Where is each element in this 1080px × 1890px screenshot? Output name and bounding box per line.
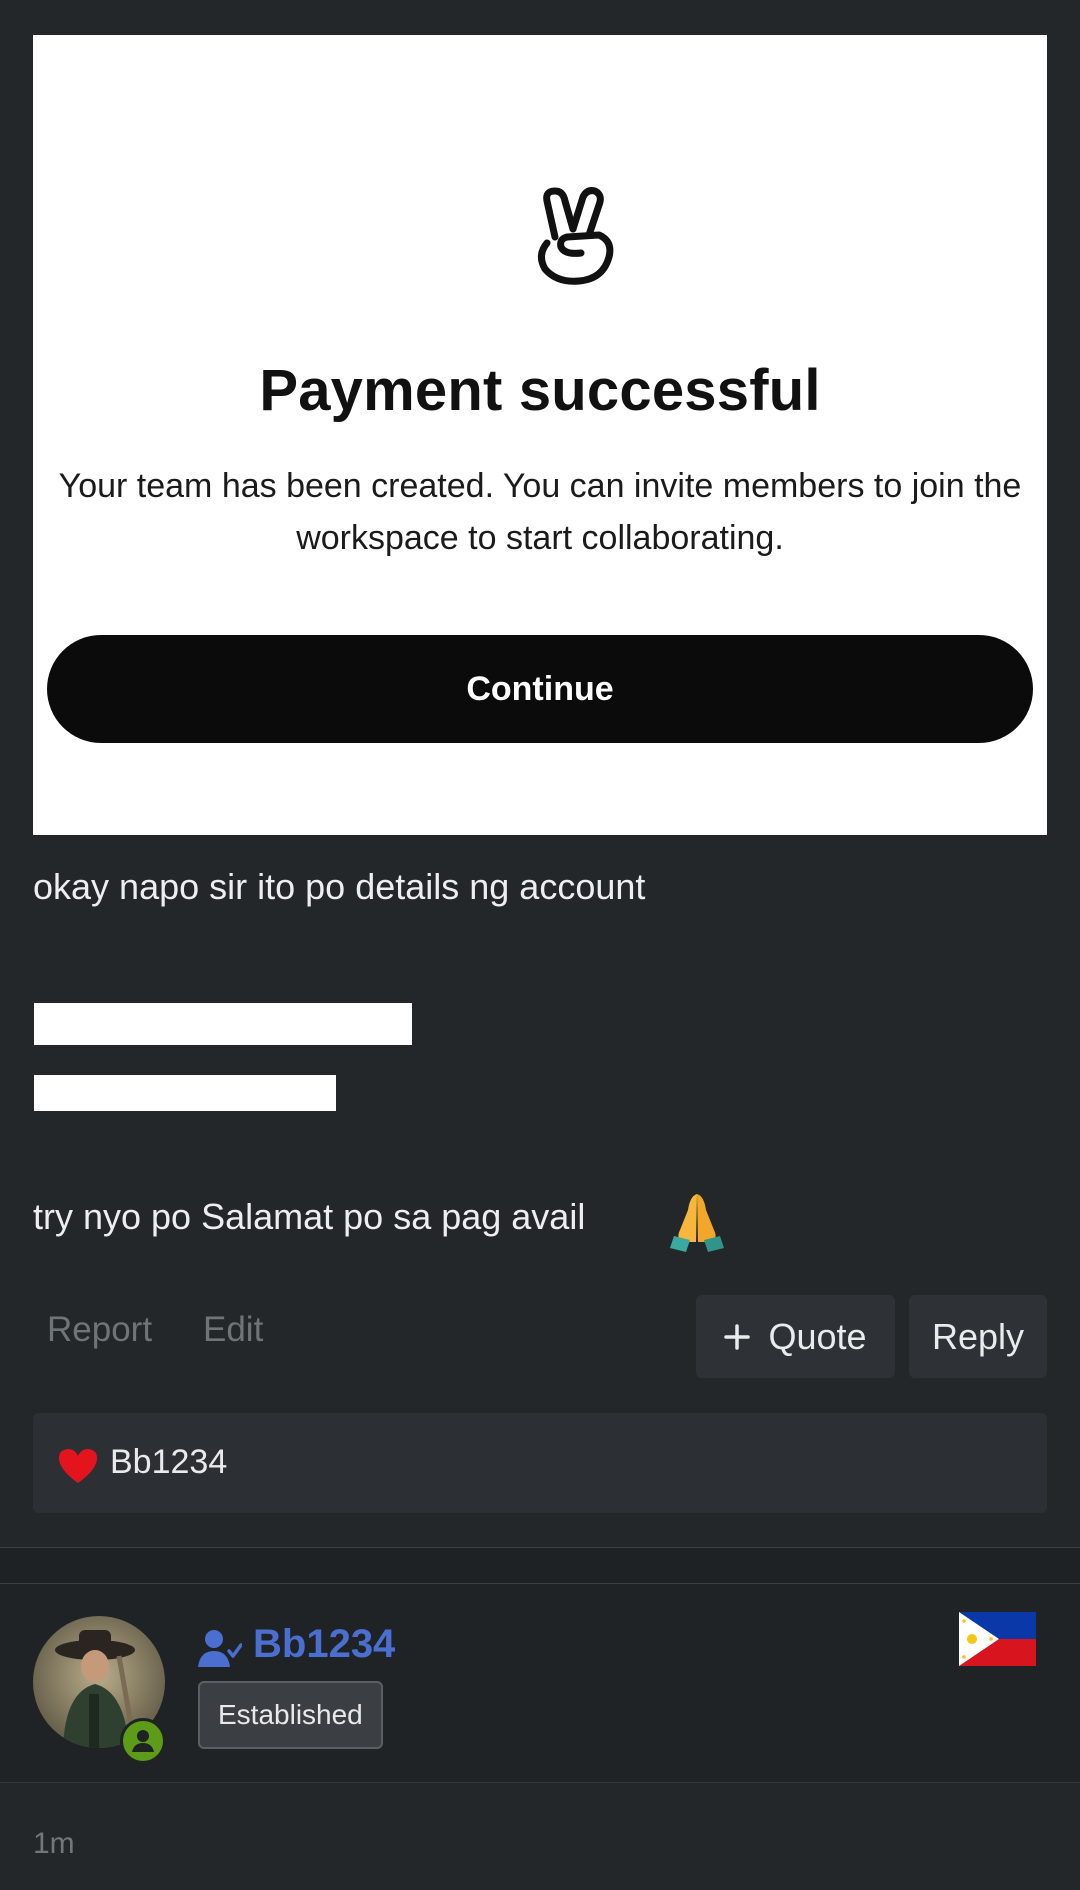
post-divider [0, 1547, 1080, 1584]
user-verified-icon [198, 1630, 242, 1667]
quote-label: Quote [768, 1315, 867, 1357]
philippines-flag-icon [959, 1612, 1036, 1666]
payment-title: Payment successful [259, 358, 821, 423]
reactions-bar[interactable]: Bb1234 [33, 1413, 1047, 1513]
redacted-block [34, 1003, 412, 1045]
user-rank-badge: Established [198, 1681, 383, 1749]
online-status-icon [120, 1718, 166, 1764]
author-username[interactable]: Bb1234 [253, 1622, 395, 1667]
pray-emoji-icon [670, 1194, 724, 1252]
author-bar: Bb1234 Established [0, 1584, 1080, 1783]
embedded-screenshot: Payment successful Your team has been cr… [33, 35, 1047, 835]
payment-description: Your team has been created. You can invi… [58, 467, 1022, 557]
reaction-username[interactable]: Bb1234 [110, 1443, 227, 1482]
continue-button[interactable]: Continue [47, 635, 1033, 743]
heart-icon [58, 1449, 98, 1483]
edit-link[interactable]: Edit [203, 1310, 263, 1350]
redacted-block [34, 1075, 336, 1111]
post-text-line: okay napo sir ito po details ng account [33, 866, 646, 907]
post-text-line: try nyo po Salamat po sa pag avail [33, 1196, 586, 1237]
reply-button[interactable]: Reply [909, 1295, 1047, 1378]
quote-button[interactable]: Quote [696, 1295, 895, 1378]
report-link[interactable]: Report [47, 1310, 152, 1350]
post-timestamp: 1m [33, 1827, 75, 1860]
peace-hand-icon [538, 187, 614, 285]
plus-icon [724, 1323, 751, 1350]
